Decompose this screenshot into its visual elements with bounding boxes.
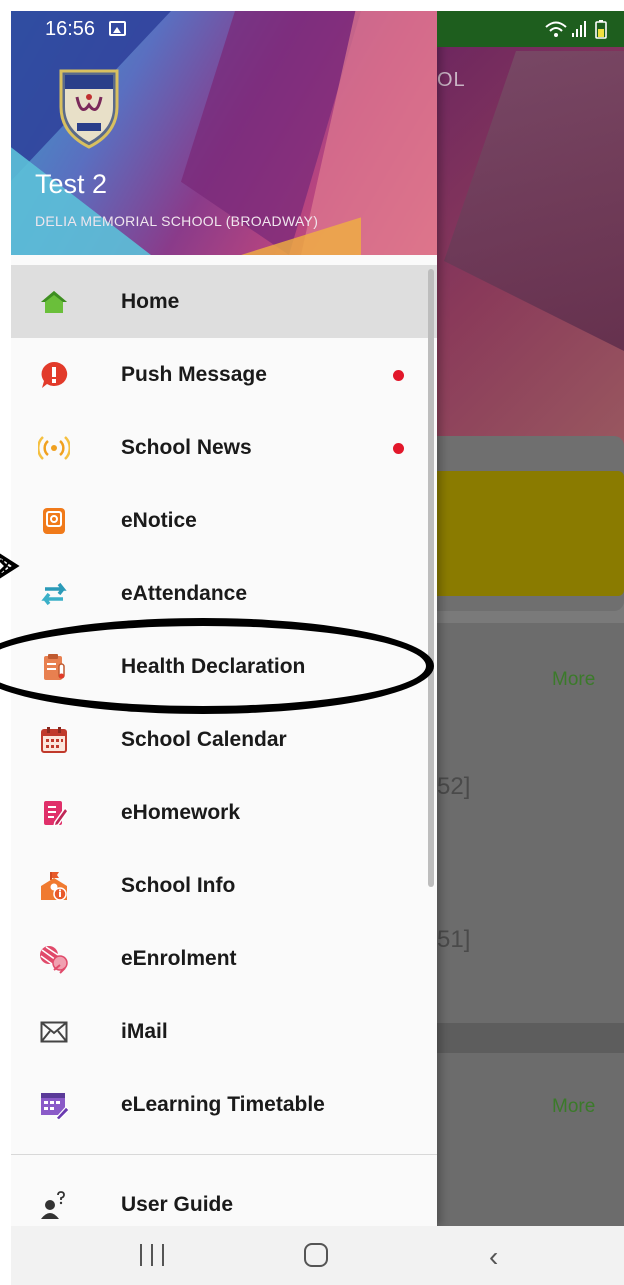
school-name: DELIA MEMORIAL SCHOOL (BROADWAY) (35, 213, 319, 229)
drawer-header: Test 2 DELIA MEMORIAL SCHOOL (BROADWAY) (11, 11, 437, 255)
menu-item-label: eHomework (121, 800, 241, 824)
menu-item-label: eLearning Timetable (121, 1092, 325, 1116)
menu-item-imail[interactable]: iMail (11, 995, 437, 1068)
ehomework-icon (37, 796, 71, 830)
menu-item-label: Home (121, 289, 180, 313)
wifi-signal-battery-icon (545, 20, 607, 39)
more-link[interactable]: More (552, 1096, 595, 1118)
menu-item-label: School Calendar (121, 727, 287, 751)
mail-icon (37, 1015, 71, 1049)
menu-item-school-info[interactable]: School Info (11, 849, 437, 922)
menu-item-label: eAttendance (121, 581, 248, 605)
menu-item-school-calendar[interactable]: School Calendar (11, 703, 437, 776)
menu-item-label: eNotice (121, 508, 197, 532)
system-status-icons (542, 19, 612, 44)
more-link[interactable]: More (552, 669, 595, 691)
annotation-arrow-icon (0, 553, 20, 579)
menu-item-school-news[interactable]: School News (11, 411, 437, 484)
menu-item-ehomework[interactable]: eHomework (11, 776, 437, 849)
gallery-notification-icon (109, 21, 126, 36)
calendar-icon (37, 723, 71, 757)
unread-badge (393, 369, 404, 381)
eattendance-icon (37, 577, 71, 611)
background-text: 51] (437, 926, 471, 953)
user-guide-icon (37, 1188, 71, 1222)
enotice-icon (37, 504, 71, 538)
menu-divider (11, 1154, 437, 1155)
school-news-icon (37, 431, 71, 465)
status-bar: 16:56 (11, 11, 624, 47)
menu-item-label: iMail (121, 1019, 168, 1043)
drawer-scrollbar[interactable] (428, 269, 434, 887)
menu-item-enotice[interactable]: eNotice (11, 484, 437, 557)
school-crest-logo (59, 69, 119, 149)
background-title: OL (437, 69, 466, 91)
back-button[interactable]: ‹ (489, 1241, 498, 1273)
menu-item-label: School News (121, 435, 252, 459)
menu-item-push-message[interactable]: Push Message (11, 338, 437, 411)
system-nav-bar: ‹ (11, 1226, 624, 1285)
menu-item-label: School Info (121, 873, 236, 897)
menu-item-label: User Guide (121, 1192, 234, 1216)
menu-item-home[interactable]: Home (11, 265, 437, 338)
background-text: 52] (437, 773, 471, 800)
unread-badge (393, 442, 404, 454)
menu-item-label: eEnrolment (121, 946, 237, 970)
menu-item-eenrolment[interactable]: eEnrolment (11, 922, 437, 995)
push-message-icon (37, 358, 71, 392)
menu-item-elearning-timetable[interactable]: eLearning Timetable (11, 1068, 437, 1141)
user-name: Test 2 (35, 169, 108, 199)
eenrolment-icon (37, 942, 71, 976)
home-button[interactable] (304, 1243, 328, 1267)
school-info-icon (37, 869, 71, 903)
status-time: 16:56 (45, 18, 96, 40)
timetable-icon (37, 1088, 71, 1122)
menu-item-label: Push Message (121, 362, 267, 386)
home-icon (37, 285, 71, 319)
recents-button[interactable] (140, 1244, 164, 1266)
